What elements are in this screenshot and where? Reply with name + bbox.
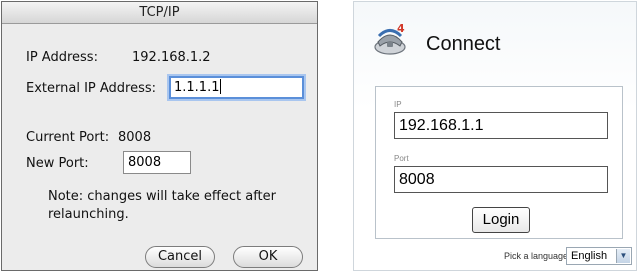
chevron-down-icon[interactable]: ▼ — [616, 249, 630, 263]
connect-phone-icon: 4 — [374, 22, 406, 55]
new-port-label: New Port: — [26, 156, 89, 171]
ip-input[interactable]: 192.168.1.1 — [394, 112, 608, 139]
language-label: Pick a language: — [504, 251, 571, 261]
cancel-button[interactable]: Cancel — [145, 246, 215, 268]
new-port-value: 8008 — [128, 155, 162, 170]
language-selected-value: English — [571, 250, 608, 262]
current-port-value: 8008 — [118, 130, 152, 145]
external-ip-label: External IP Address: — [26, 81, 157, 96]
ip-field-label: IP — [394, 100, 402, 109]
external-ip-value: 1.1.1.1 — [174, 80, 220, 95]
ip-input-value: 192.168.1.1 — [399, 117, 484, 134]
dialog-title: TCP/IP — [2, 2, 317, 24]
icon-badge: 4 — [397, 22, 405, 35]
current-port-label: Current Port: — [26, 130, 110, 145]
login-button[interactable]: Login — [472, 207, 530, 233]
new-port-field[interactable]: 8008 — [123, 151, 191, 174]
login-form: IP 192.168.1.1 Port 8008 Login — [375, 86, 623, 239]
port-input-value: 8008 — [399, 171, 435, 188]
relaunch-note: Note: changes will take effect after rel… — [48, 189, 276, 222]
connect-title: Connect — [426, 33, 501, 55]
ip-address-value: 192.168.1.2 — [132, 50, 211, 65]
external-ip-field[interactable]: 1.1.1.1 — [169, 76, 304, 99]
text-caret — [220, 79, 222, 94]
port-field-label: Port — [394, 154, 409, 163]
ok-button[interactable]: OK — [233, 246, 303, 268]
language-select[interactable]: English ▼ — [566, 247, 632, 265]
port-input[interactable]: 8008 — [394, 166, 608, 193]
ip-address-label: IP Address: — [26, 50, 98, 65]
connect-panel: 4 Connect IP 192.168.1.1 Port 8008 Login… — [353, 1, 637, 271]
tcpip-dialog: TCP/IP IP Address: 192.168.1.2 External … — [1, 1, 318, 271]
